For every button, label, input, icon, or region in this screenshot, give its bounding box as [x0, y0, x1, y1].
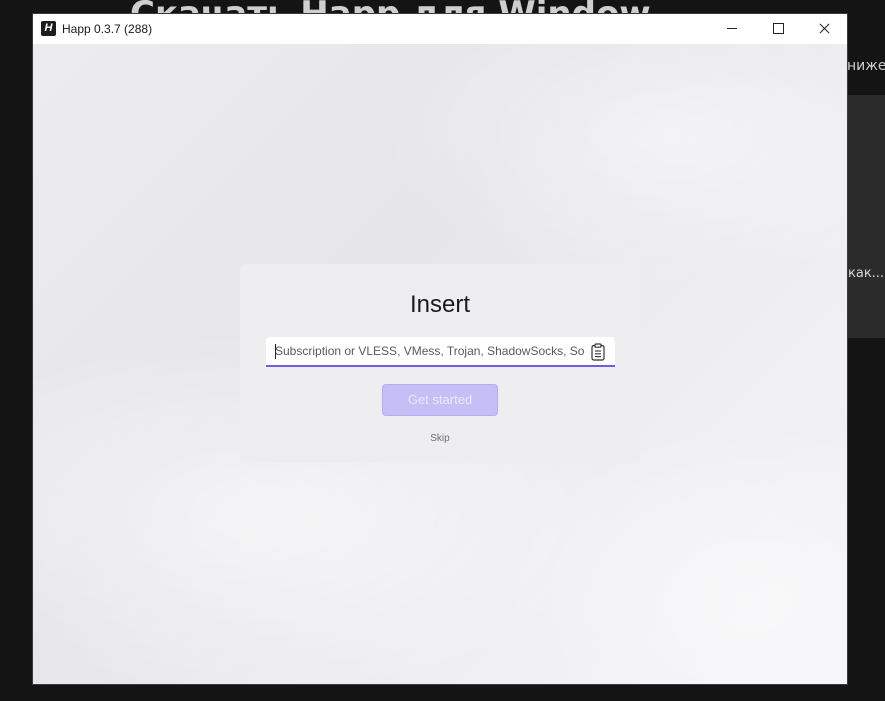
text-caret	[275, 344, 276, 359]
maximize-icon[interactable]	[755, 14, 801, 44]
window-title: Happ 0.3.7 (288)	[62, 22, 153, 36]
background-page-panel-text: как...»	[848, 266, 885, 281]
clipboard-paste-icon[interactable]	[588, 342, 608, 362]
title-bar[interactable]: H Happ 0.3.7 (288)	[33, 14, 847, 44]
subscription-input-field	[266, 337, 615, 367]
background-page-text: ниже	[847, 58, 885, 74]
page-title: Insert	[409, 291, 471, 318]
close-icon[interactable]	[801, 14, 847, 44]
insert-card: Insert Get started Skip	[240, 264, 640, 463]
minimize-icon[interactable]	[709, 14, 755, 44]
background-page-panel	[847, 95, 885, 338]
get-started-button[interactable]: Get started	[382, 384, 498, 416]
happ-logo-icon: H	[41, 21, 56, 36]
app-window: H Happ 0.3.7 (288) Insert Get started Sk…	[33, 14, 847, 684]
app-content: Insert Get started Skip	[33, 44, 847, 684]
subscription-input[interactable]	[266, 337, 584, 365]
skip-link[interactable]: Skip	[240, 433, 640, 445]
